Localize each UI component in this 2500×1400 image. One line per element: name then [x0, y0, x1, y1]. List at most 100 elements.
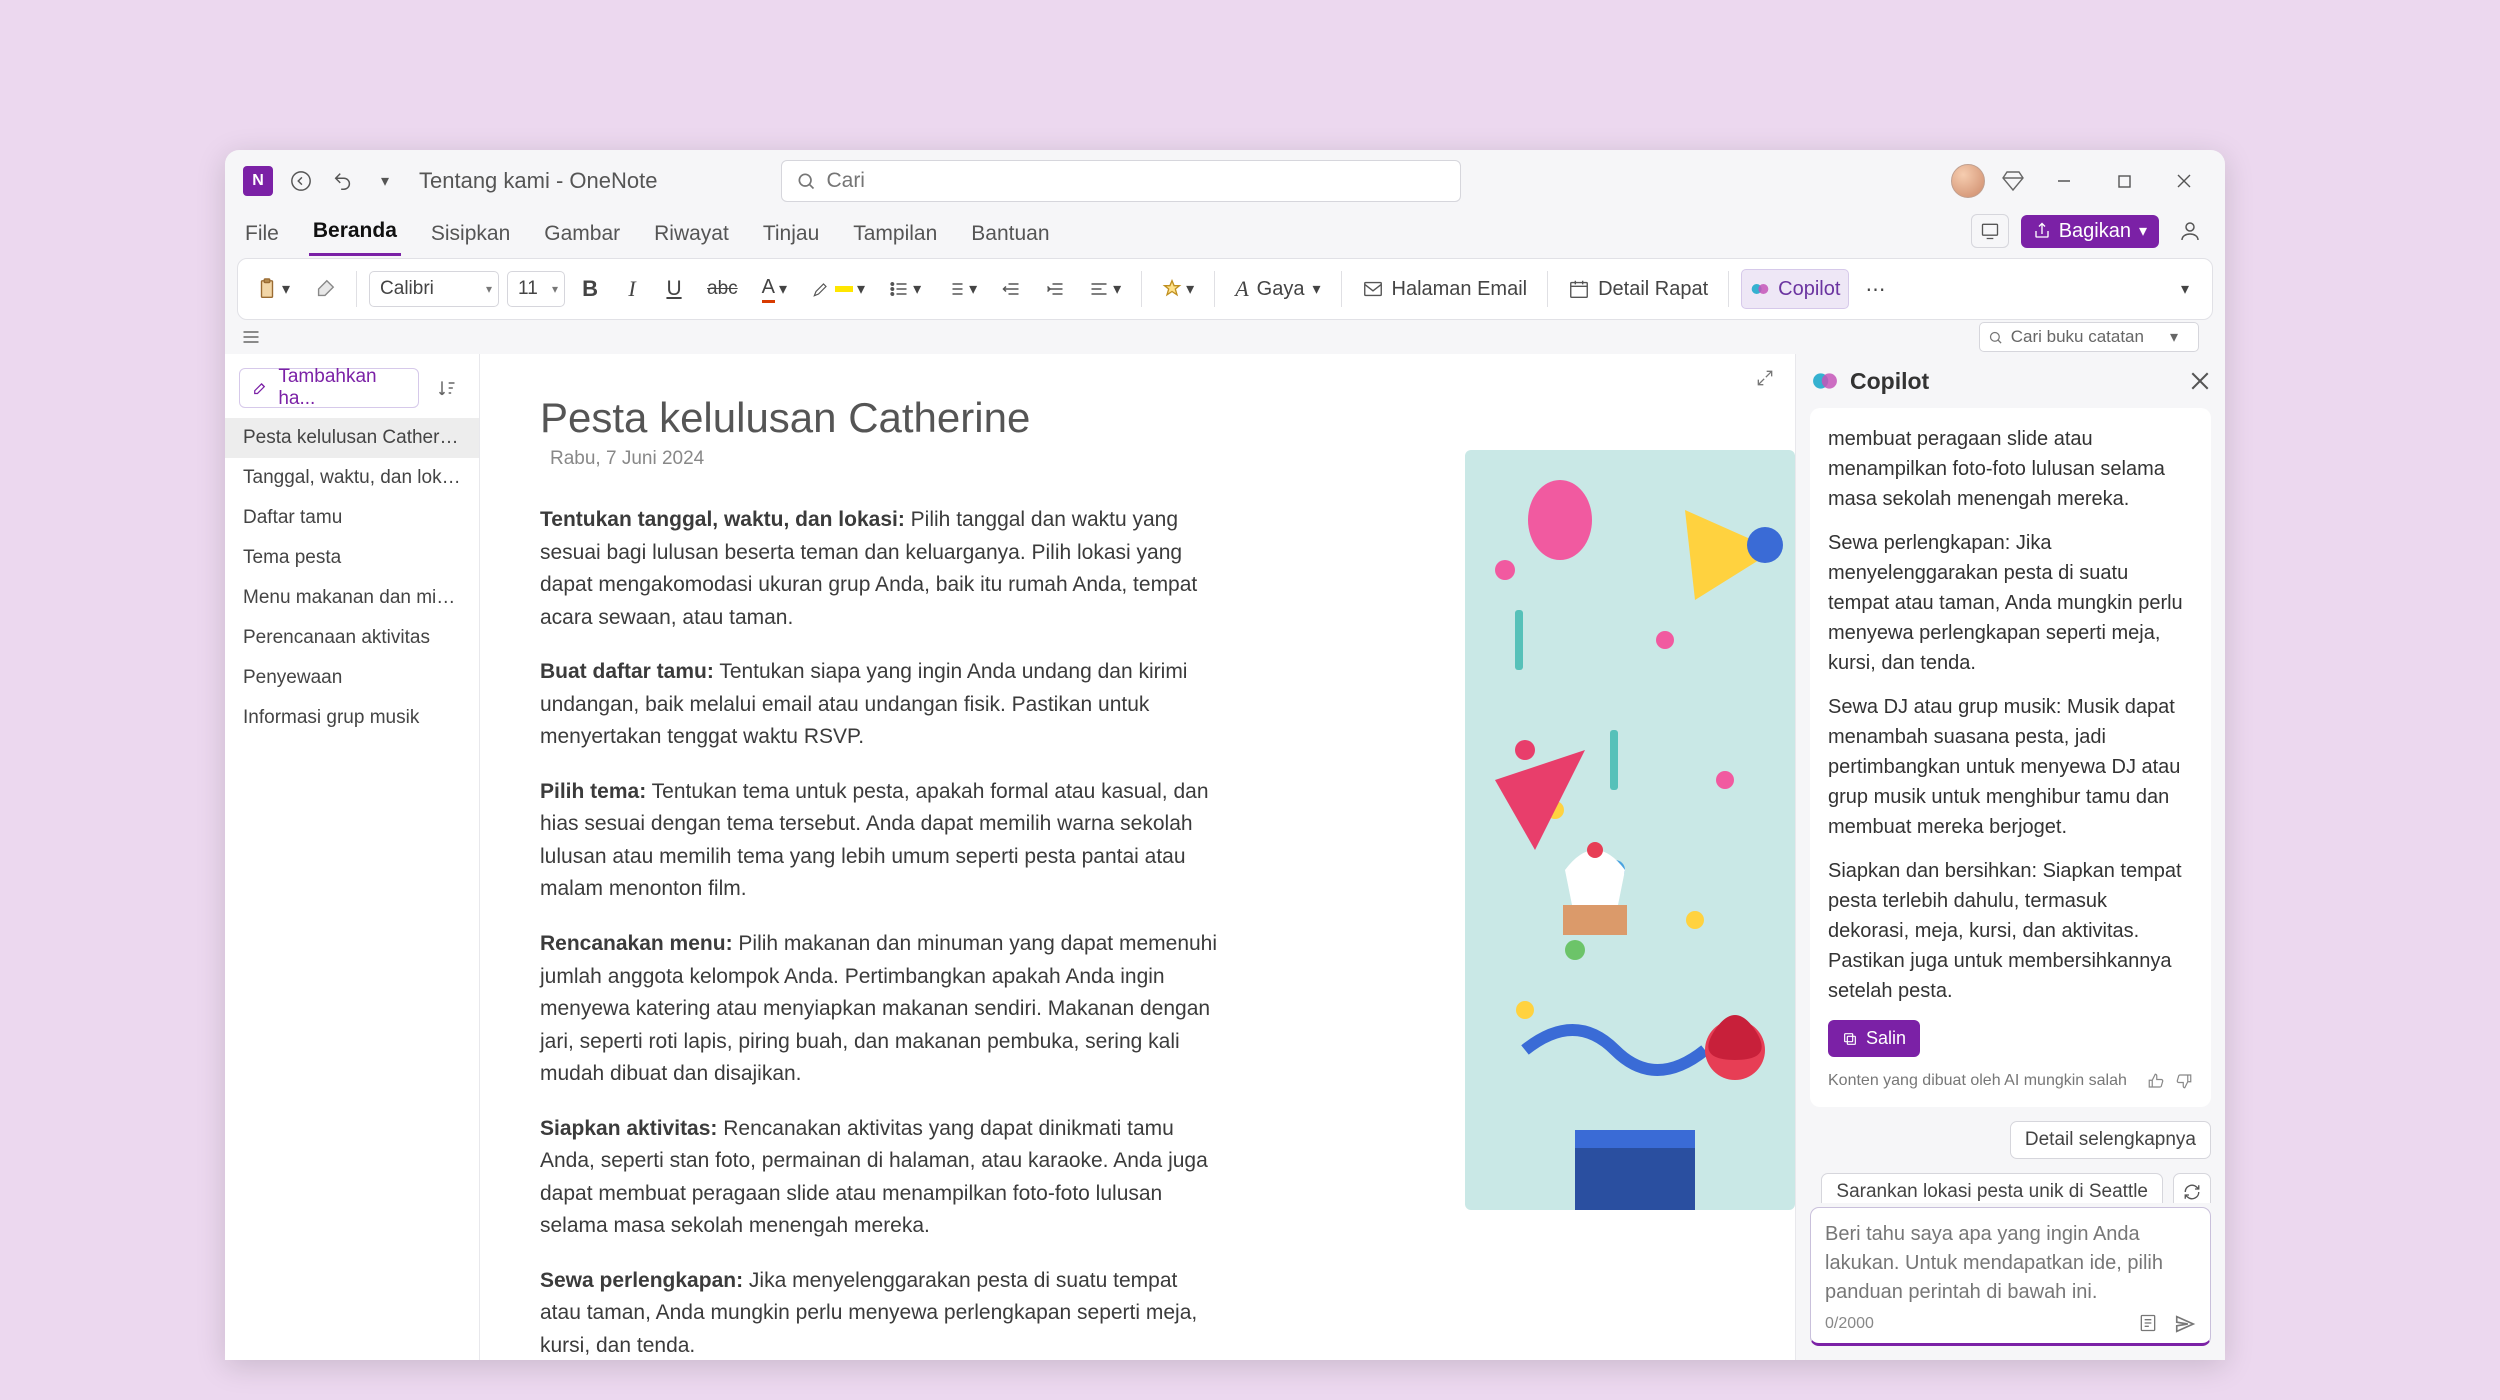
prompt-guide-icon[interactable]: [2138, 1313, 2158, 1333]
page-list-item[interactable]: Informasi grup musik: [225, 698, 479, 738]
thumbs-up-icon[interactable]: [2147, 1072, 2165, 1090]
undo-icon[interactable]: [329, 167, 357, 195]
refresh-suggestions-button[interactable]: [2173, 1173, 2211, 1203]
share-button[interactable]: Bagikan ▾: [2021, 215, 2159, 248]
add-page-label: Tambahkan ha...: [278, 366, 406, 410]
page-list-item[interactable]: Daftar tamu: [225, 498, 479, 538]
note-canvas[interactable]: Pesta kelulusan Catherine Rabu, 7 Juni 2…: [480, 354, 1795, 1360]
expand-icon[interactable]: [1755, 368, 1775, 388]
format-painter-button[interactable]: [306, 269, 344, 309]
hamburger-icon[interactable]: [241, 327, 261, 347]
menu-file[interactable]: File: [241, 216, 283, 256]
ai-disclaimer: Konten yang dibuat oleh AI mungkin salah: [1828, 1069, 2127, 1093]
add-page-button[interactable]: Tambahkan ha...: [239, 368, 419, 408]
italic-button[interactable]: I: [615, 269, 649, 309]
qat-dropdown-icon[interactable]: ▾: [371, 167, 399, 195]
copilot-response-p4: Siapkan dan bersihkan: Siapkan tempat pe…: [1828, 856, 2193, 1006]
search-notes-box[interactable]: Cari buku catatan ▾: [1979, 322, 2199, 352]
search-box[interactable]: [781, 160, 1461, 202]
title-bar: N ▾ Tentang kami - OneNote: [225, 150, 2225, 212]
note-title[interactable]: Pesta kelulusan Catherine: [480, 354, 1795, 448]
page-list-item[interactable]: Penyewaan: [225, 658, 479, 698]
font-size-label: 11: [518, 278, 538, 300]
copilot-icon: [1750, 279, 1770, 299]
styles-button[interactable]: A Gaya▾: [1227, 269, 1328, 309]
tag-button[interactable]: ▾: [1154, 269, 1202, 309]
highlight-button[interactable]: ▾: [803, 269, 873, 309]
present-mode-icon[interactable]: [1971, 214, 2009, 248]
strikethrough-button[interactable]: abc: [699, 269, 746, 309]
copilot-title: Copilot: [1850, 368, 1929, 395]
ribbon-overflow-button[interactable]: ⋯: [1857, 269, 1893, 309]
menu-history[interactable]: Riwayat: [650, 216, 733, 256]
compose-icon: [252, 379, 268, 397]
copilot-logo-icon: [1812, 368, 1838, 394]
maximize-button[interactable]: [2101, 161, 2147, 201]
font-size-select[interactable]: 11▾: [507, 271, 565, 307]
numbering-button[interactable]: ▾: [937, 269, 985, 309]
copy-button[interactable]: Salin: [1828, 1020, 1920, 1057]
menu-image[interactable]: Gambar: [540, 216, 624, 256]
close-button[interactable]: [2161, 161, 2207, 201]
copilot-body: membuat peragaan slide atau menampilkan …: [1796, 408, 2225, 1203]
font-color-button[interactable]: A▾: [754, 269, 795, 309]
suggestion-chip-location[interactable]: Sarankan lokasi pesta unik di Seattle: [1821, 1173, 2163, 1203]
note-p4-heading: Rencanakan menu:: [540, 932, 733, 955]
main-area: Tambahkan ha... Pesta kelulusan Catherin…: [225, 354, 2225, 1360]
bold-button[interactable]: B: [573, 269, 607, 309]
styles-label: Gaya: [1257, 278, 1305, 301]
meeting-details-button[interactable]: Detail Rapat: [1560, 269, 1716, 309]
copilot-close-button[interactable]: [2191, 372, 2209, 390]
indent-button[interactable]: [1037, 269, 1073, 309]
sort-pages-button[interactable]: [429, 368, 465, 408]
font-family-select[interactable]: Calibri▾: [369, 271, 499, 307]
account-icon[interactable]: [2171, 212, 2209, 250]
copilot-label: Copilot: [1778, 278, 1840, 301]
share-label: Bagikan: [2059, 220, 2131, 243]
copilot-panel: Copilot membuat peragaan slide atau mena…: [1795, 354, 2225, 1360]
note-body[interactable]: Tentukan tanggal, waktu, dan lokasi: Pil…: [480, 470, 1280, 1360]
copilot-ribbon-button[interactable]: Copilot: [1741, 269, 1849, 309]
menu-review[interactable]: Tinjau: [759, 216, 823, 256]
note-p3-heading: Pilih tema:: [540, 780, 646, 803]
minimize-button[interactable]: [2041, 161, 2087, 201]
copilot-response-p2: Sewa perlengkapan: Jika menyelenggarakan…: [1828, 528, 2193, 678]
share-icon: [2033, 222, 2051, 240]
send-icon[interactable]: [2174, 1313, 2196, 1335]
menu-help[interactable]: Bantuan: [967, 216, 1053, 256]
font-family-label: Calibri: [380, 278, 434, 300]
suggestion-chip-details[interactable]: Detail selengkapnya: [2010, 1121, 2211, 1159]
menu-home[interactable]: Beranda: [309, 213, 401, 256]
bullets-button[interactable]: ▾: [881, 269, 929, 309]
menu-insert[interactable]: Sisipkan: [427, 216, 514, 256]
copilot-response-p3: Sewa DJ atau grup musik: Musik dapat men…: [1828, 692, 2193, 842]
app-window: N ▾ Tentang kami - OneNote File Beranda …: [225, 150, 2225, 1360]
document-title: Tentang kami - OneNote: [419, 168, 657, 194]
page-list-item[interactable]: Menu makanan dan min...: [225, 578, 479, 618]
ribbon-collapse-button[interactable]: ▾: [2168, 269, 2202, 309]
menu-bar: File Beranda Sisipkan Gambar Riwayat Tin…: [225, 212, 2225, 256]
back-icon[interactable]: [287, 167, 315, 195]
copilot-input-box[interactable]: Beri tahu saya apa yang ingin Anda lakuk…: [1810, 1207, 2211, 1346]
search-input[interactable]: [826, 169, 1446, 193]
email-page-button[interactable]: Halaman Email: [1354, 269, 1536, 309]
paste-button[interactable]: ▾: [248, 269, 298, 309]
chevron-down-icon: ▾: [2170, 327, 2178, 347]
email-page-label: Halaman Email: [1392, 278, 1528, 301]
thumbs-down-icon[interactable]: [2175, 1072, 2193, 1090]
outdent-button[interactable]: [993, 269, 1029, 309]
note-p6-heading: Sewa perlengkapan:: [540, 1269, 743, 1292]
align-button[interactable]: ▾: [1081, 269, 1129, 309]
user-avatar[interactable]: [1951, 164, 1985, 198]
copy-icon: [1842, 1031, 1858, 1047]
page-list-item[interactable]: Perencanaan aktivitas: [225, 618, 479, 658]
chevron-down-icon: ▾: [282, 279, 290, 299]
diamond-icon[interactable]: [1999, 167, 2027, 195]
page-list-item[interactable]: Pesta kelulusan Catherine..: [225, 418, 479, 458]
copilot-placeholder: Beri tahu saya apa yang ingin Anda lakuk…: [1825, 1220, 2196, 1307]
refresh-icon: [2183, 1183, 2201, 1201]
underline-button[interactable]: U: [657, 269, 691, 309]
page-list-item[interactable]: Tanggal, waktu, dan loka...: [225, 458, 479, 498]
menu-view[interactable]: Tampilan: [849, 216, 941, 256]
page-list-item[interactable]: Tema pesta: [225, 538, 479, 578]
